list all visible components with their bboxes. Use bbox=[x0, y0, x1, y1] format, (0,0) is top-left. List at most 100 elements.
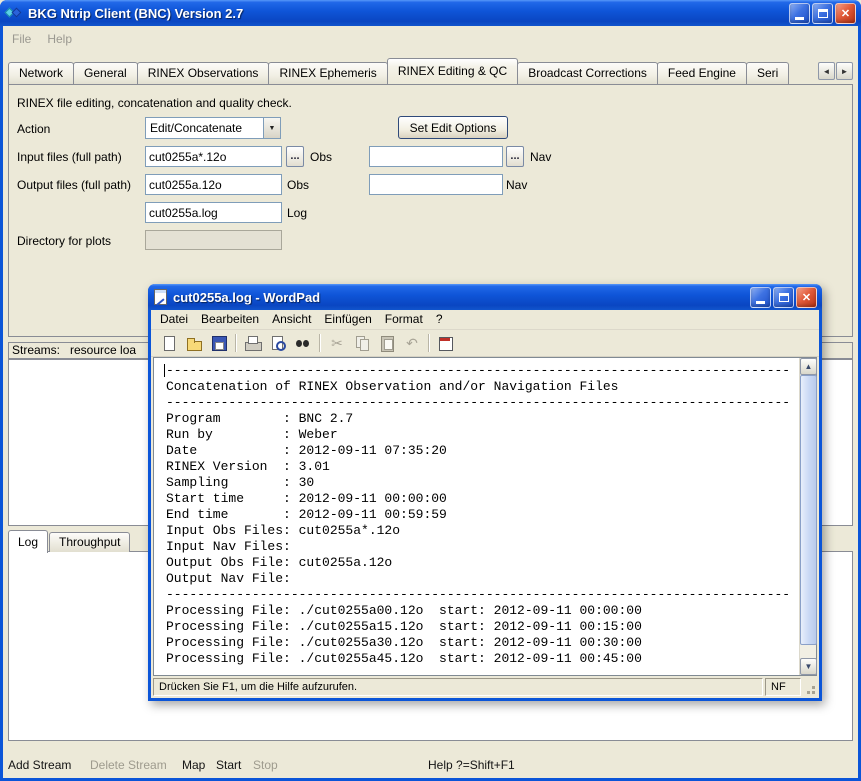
datetime-icon bbox=[438, 336, 454, 351]
print-button[interactable] bbox=[241, 332, 265, 355]
plots-directory-label: Directory for plots bbox=[17, 234, 111, 248]
tab-general[interactable]: General bbox=[73, 62, 138, 84]
undo-button[interactable]: ↶ bbox=[400, 332, 424, 355]
print-preview-icon bbox=[270, 336, 286, 351]
log-suffix-label: Log bbox=[287, 206, 307, 220]
delete-stream-button[interactable]: Delete Stream bbox=[90, 758, 167, 772]
wordpad-titlebar[interactable]: cut0255a.log - WordPad ✕ bbox=[148, 284, 822, 310]
wordpad-minimize-button[interactable] bbox=[750, 287, 771, 308]
dropdown-arrow-icon[interactable]: ▼ bbox=[263, 118, 280, 138]
open-button[interactable] bbox=[182, 332, 206, 355]
tab-rinex-ephemeris[interactable]: RINEX Ephemeris bbox=[268, 62, 387, 84]
action-select[interactable]: Edit/Concatenate ▼ bbox=[145, 117, 281, 139]
tab-throughput[interactable]: Throughput bbox=[49, 532, 130, 552]
wordpad-close-button[interactable]: ✕ bbox=[796, 287, 817, 308]
browse-input-obs-button[interactable]: ... bbox=[286, 146, 304, 167]
wordpad-menubar: Datei Bearbeiten Ansicht Einfügen Format… bbox=[151, 309, 819, 330]
start-button[interactable]: Start bbox=[216, 758, 241, 772]
wordpad-toolbar: ✂ ↶ bbox=[151, 330, 819, 357]
output-nav-suffix-label: Nav bbox=[506, 178, 527, 192]
output-obs-field[interactable] bbox=[145, 174, 282, 195]
output-files-label: Output files (full path) bbox=[17, 178, 131, 192]
tab-feed-engine[interactable]: Feed Engine bbox=[657, 62, 747, 84]
wordpad-maximize-button[interactable] bbox=[773, 287, 794, 308]
tab-log[interactable]: Log bbox=[8, 530, 48, 553]
status-nf-indicator: NF bbox=[765, 678, 801, 696]
wordpad-window-title: cut0255a.log - WordPad bbox=[173, 290, 745, 305]
tab-scroll-right-button[interactable]: ► bbox=[836, 62, 853, 80]
wordpad-statusbar: Drücken Sie F1, um die Hilfe aufzurufen.… bbox=[151, 676, 819, 698]
menu-help[interactable]: Help bbox=[47, 32, 72, 46]
paste-clipboard-icon bbox=[379, 336, 395, 351]
scrollbar-thumb[interactable] bbox=[800, 375, 817, 645]
scroll-down-button[interactable]: ▼ bbox=[800, 658, 817, 675]
log-file-field[interactable] bbox=[145, 202, 282, 223]
bnc-menubar: File Help bbox=[3, 26, 858, 52]
maximize-button[interactable] bbox=[812, 3, 833, 24]
print-preview-button[interactable] bbox=[266, 332, 290, 355]
document-area[interactable]: ----------------------------------------… bbox=[153, 357, 817, 676]
insert-datetime-button[interactable] bbox=[434, 332, 458, 355]
map-button[interactable]: Map bbox=[182, 758, 205, 772]
open-folder-icon bbox=[186, 336, 202, 351]
plots-directory-field bbox=[145, 230, 282, 250]
bnc-window-title: BKG Ntrip Client (BNC) Version 2.7 bbox=[28, 6, 784, 21]
menu-format[interactable]: Format bbox=[385, 312, 423, 326]
menu-einfuegen[interactable]: Einfügen bbox=[324, 312, 371, 326]
help-button[interactable]: Help ?=Shift+F1 bbox=[428, 758, 515, 772]
text-caret bbox=[164, 364, 165, 377]
tab-network[interactable]: Network bbox=[8, 62, 74, 84]
browse-input-nav-button[interactable]: ... bbox=[506, 146, 524, 167]
add-stream-button[interactable]: Add Stream bbox=[8, 758, 71, 772]
wordpad-app-icon bbox=[153, 289, 168, 305]
action-selected-value: Edit/Concatenate bbox=[146, 121, 263, 135]
toolbar-separator bbox=[319, 334, 321, 352]
tab-serial[interactable]: Seri bbox=[746, 62, 789, 84]
scroll-up-button[interactable]: ▲ bbox=[800, 358, 817, 375]
output-obs-suffix-label: Obs bbox=[287, 178, 309, 192]
action-label: Action bbox=[17, 122, 50, 136]
cut-button[interactable]: ✂ bbox=[325, 332, 349, 355]
save-disk-icon bbox=[211, 336, 227, 351]
output-nav-field[interactable] bbox=[369, 174, 503, 195]
input-files-label: Input files (full path) bbox=[17, 150, 122, 164]
menu-file[interactable]: File bbox=[12, 32, 31, 46]
menu-ansicht[interactable]: Ansicht bbox=[272, 312, 311, 326]
undo-arrow-icon: ↶ bbox=[406, 336, 418, 350]
desktop: BKG Ntrip Client (BNC) Version 2.7 ✕ Fil… bbox=[0, 0, 861, 781]
bnc-titlebar[interactable]: BKG Ntrip Client (BNC) Version 2.7 ✕ bbox=[0, 0, 861, 26]
tab-strip: Network General RINEX Observations RINEX… bbox=[8, 58, 853, 84]
copy-button[interactable] bbox=[350, 332, 374, 355]
copy-icon bbox=[354, 336, 370, 351]
tab-scroll-left-button[interactable]: ◄ bbox=[818, 62, 835, 80]
menu-bearbeiten[interactable]: Bearbeiten bbox=[201, 312, 259, 326]
menu-hilfe[interactable]: ? bbox=[436, 312, 443, 326]
input-nav-field[interactable] bbox=[369, 146, 503, 167]
paste-button[interactable] bbox=[375, 332, 399, 355]
toolbar-separator bbox=[428, 334, 430, 352]
find-button[interactable] bbox=[291, 332, 315, 355]
menu-datei[interactable]: Datei bbox=[160, 312, 188, 326]
input-obs-field[interactable] bbox=[145, 146, 282, 167]
set-edit-options-button[interactable]: Set Edit Options bbox=[398, 116, 508, 139]
save-button[interactable] bbox=[207, 332, 231, 355]
resize-grip[interactable] bbox=[803, 678, 817, 696]
toolbar-separator bbox=[235, 334, 237, 352]
print-icon bbox=[245, 336, 261, 351]
close-button[interactable]: ✕ bbox=[835, 3, 856, 24]
panel-description: RINEX file editing, concatenation and qu… bbox=[17, 96, 292, 110]
find-binoculars-icon bbox=[295, 336, 311, 351]
vertical-scrollbar[interactable]: ▲ ▼ bbox=[799, 358, 816, 675]
wordpad-window-controls: ✕ bbox=[750, 287, 817, 308]
tabs: Network General RINEX Observations RINEX… bbox=[8, 58, 817, 84]
stop-button[interactable]: Stop bbox=[253, 758, 278, 772]
tab-rinex-observations[interactable]: RINEX Observations bbox=[137, 62, 270, 84]
bnc-window-controls: ✕ bbox=[789, 3, 856, 24]
bottom-tab-strip: Log Throughput bbox=[8, 529, 131, 552]
new-document-button[interactable] bbox=[157, 332, 181, 355]
tab-broadcast-corrections[interactable]: Broadcast Corrections bbox=[517, 62, 658, 84]
wordpad-window: cut0255a.log - WordPad ✕ Datei Bearbeite… bbox=[148, 284, 822, 701]
bnc-app-icon bbox=[5, 5, 23, 21]
minimize-button[interactable] bbox=[789, 3, 810, 24]
tab-rinex-editing-qc[interactable]: RINEX Editing & QC bbox=[387, 58, 518, 84]
